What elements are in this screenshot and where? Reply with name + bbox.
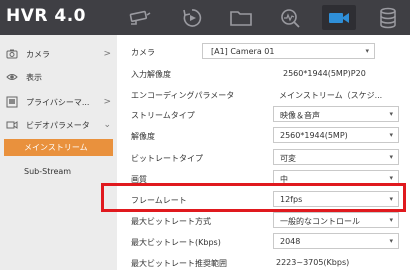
nav-storage-button[interactable]: [371, 5, 405, 30]
camera-select-value: [A1] Camera 01: [211, 47, 275, 56]
input-resolution-value: 2560*1944(5MP)P20: [283, 69, 366, 78]
recommended-range-label: 最大ビットレート推奨範囲: [131, 259, 227, 268]
max-bitrate-select-value: 2048: [280, 237, 301, 246]
top-nav-bar: HVR 4.0: [0, 0, 410, 35]
resolution-select[interactable]: 2560*1944(5MP) ▾: [273, 127, 399, 143]
chevron-down-icon: ⌄: [103, 120, 111, 130]
video-params-icon: [6, 121, 18, 129]
resolution-row: 解像度 2560*1944(5MP) ▾: [117, 125, 410, 146]
max-bitrate-mode-label: 最大ビットレート方式: [131, 217, 211, 226]
chevron-down-icon: ▾: [389, 237, 393, 245]
sidebar-item-label: 表示: [26, 72, 42, 82]
video-icon: [329, 12, 349, 23]
sidebar-subitem-label: メインストリーム: [24, 143, 88, 152]
resolution-label: 解像度: [131, 132, 155, 141]
camera-select[interactable]: [A1] Camera 01 ▾: [202, 43, 375, 59]
bitrate-type-select-value: 可変: [280, 154, 296, 163]
bitrate-type-select[interactable]: 可変 ▾: [273, 149, 399, 165]
sidebar-subitem-main-stream[interactable]: メインストリーム: [4, 139, 113, 156]
camera-icon: [6, 49, 18, 59]
sidebar-item-label: プライバシーマ...: [26, 97, 90, 107]
encoding-params-row: エンコーディングパラメータ メインストリーム（スケジ...: [117, 84, 410, 105]
recommended-range-row: 最大ビットレート推奨範囲 2223~3705(Kbps): [117, 252, 410, 270]
stream-type-select[interactable]: 映像＆音声 ▾: [273, 106, 399, 122]
max-bitrate-label: 最大ビットレート(Kbps): [131, 238, 221, 247]
chevron-down-icon: ▾: [389, 153, 393, 161]
resolution-select-value: 2560*1944(5MP): [280, 131, 348, 140]
search-icon: [281, 8, 300, 28]
encoding-params-value[interactable]: メインストリーム（スケジ...: [279, 90, 382, 101]
nav-search-button[interactable]: [273, 5, 307, 30]
sidebar-subitem-sub-stream[interactable]: Sub-Stream: [4, 163, 113, 180]
settings-panel: カメラ [A1] Camera 01 ▾ 入力解像度 2560*1944(5MP…: [117, 35, 410, 270]
camera-icon: [129, 10, 151, 25]
stream-type-label: ストリームタイプ: [131, 111, 195, 120]
bitrate-type-row: ビットレートタイプ 可変 ▾: [117, 147, 410, 168]
chevron-down-icon: ▾: [389, 216, 393, 224]
eye-icon: [6, 74, 18, 80]
sidebar-subitem-label: Sub-Stream: [24, 167, 72, 176]
max-bitrate-mode-row: 最大ビットレート方式 一般的なコントロール ▾: [117, 210, 410, 231]
playback-icon: [183, 8, 202, 27]
stream-type-row: ストリームタイプ 映像＆音声 ▾: [117, 104, 410, 125]
app-logo: HVR 4.0: [6, 6, 87, 26]
max-bitrate-select[interactable]: 2048 ▾: [273, 233, 399, 249]
chevron-down-icon: ▾: [365, 47, 369, 55]
chevron-down-icon: ▾: [389, 110, 393, 118]
camera-row: カメラ [A1] Camera 01 ▾: [117, 41, 410, 62]
folder-icon: [230, 10, 252, 26]
nav-camera-button[interactable]: [123, 5, 157, 30]
chevron-down-icon: ▾: [389, 174, 393, 182]
chevron-down-icon: ▾: [389, 131, 393, 139]
recommended-range-value: 2223~3705(Kbps): [276, 258, 350, 267]
max-bitrate-mode-select-value: 一般的なコントロール: [280, 217, 360, 226]
sidebar-item-video-params[interactable]: ビデオパラメータ ⌄: [0, 114, 117, 136]
nav-video-button[interactable]: [322, 5, 356, 30]
input-resolution-label: 入力解像度: [131, 70, 171, 79]
camera-label: カメラ: [131, 48, 155, 57]
bitrate-type-label: ビットレートタイプ: [131, 154, 203, 163]
sidebar-item-privacy-mask[interactable]: プライバシーマ... >: [0, 91, 117, 113]
nav-file-button[interactable]: [224, 5, 258, 30]
stream-type-select-value: 映像＆音声: [280, 111, 320, 120]
max-bitrate-mode-select[interactable]: 一般的なコントロール ▾: [273, 212, 399, 228]
privacy-mask-icon: [6, 96, 18, 108]
input-resolution-row: 入力解像度 2560*1944(5MP)P20: [117, 63, 410, 84]
max-bitrate-row: 最大ビットレート(Kbps) 2048 ▾: [117, 231, 410, 252]
sidebar-item-camera[interactable]: カメラ >: [0, 43, 117, 65]
frame-rate-highlight: [101, 183, 406, 212]
sidebar-item-label: カメラ: [26, 49, 50, 59]
storage-icon: [380, 7, 396, 28]
encoding-params-label: エンコーディングパラメータ: [131, 91, 235, 100]
nav-playback-button[interactable]: [175, 5, 209, 30]
chevron-right-icon: >: [103, 97, 111, 107]
sidebar-item-display[interactable]: 表示: [0, 66, 117, 88]
sidebar-item-label: ビデオパラメータ: [26, 120, 90, 130]
chevron-right-icon: >: [103, 49, 111, 59]
sidebar: カメラ > 表示 プライバシーマ... > ビデオパラメータ ⌄ メインストリー…: [0, 35, 117, 270]
